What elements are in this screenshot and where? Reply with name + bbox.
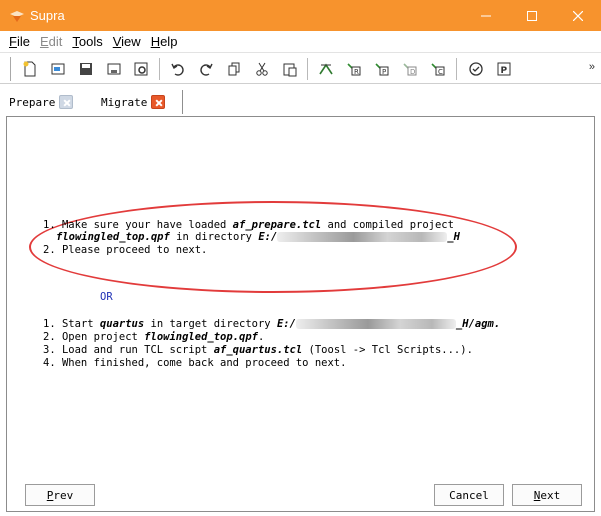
- alt-step2: 2. Open project flowingled_top.qpf.: [43, 331, 265, 343]
- redo-button[interactable]: [196, 59, 216, 79]
- redacted-path: [295, 319, 456, 329]
- menu-file[interactable]: File: [9, 34, 30, 49]
- title-bar[interactable]: Supra: [0, 0, 601, 31]
- alt-step3: 3. Load and run TCL script af_quartus.tc…: [43, 344, 473, 356]
- save-icon: [80, 63, 92, 75]
- toolbar-overflow-button[interactable]: »: [589, 61, 595, 73]
- window-title: Supra: [30, 8, 65, 23]
- check-button[interactable]: [466, 59, 486, 79]
- menu-help[interactable]: Help: [151, 34, 178, 49]
- undo-button[interactable]: [168, 59, 188, 79]
- minimize-button[interactable]: [463, 0, 509, 31]
- step2-line: 2. Please proceed to next.: [43, 244, 208, 256]
- scissors-icon: [256, 62, 268, 76]
- next-button[interactable]: Next: [512, 484, 582, 506]
- svg-text:R: R: [354, 68, 359, 76]
- tab-prepare-label: Prepare: [9, 95, 56, 109]
- step-r-icon: R: [347, 63, 361, 76]
- save-as-icon: [107, 63, 121, 75]
- paste-icon: [283, 63, 297, 77]
- step1-line1: 1. Make sure your have loaded af_prepare…: [43, 219, 454, 231]
- supra-app-icon: [10, 11, 24, 22]
- open-folder-icon: [51, 63, 65, 75]
- tab-migrate-label: Migrate: [101, 95, 148, 109]
- tab-bar: Prepare Migrate: [0, 84, 601, 116]
- save-button[interactable]: [76, 59, 96, 79]
- svg-text:P: P: [382, 68, 386, 76]
- tab-migrate[interactable]: Migrate: [101, 91, 166, 113]
- program-button[interactable]: P: [494, 59, 514, 79]
- menu-edit[interactable]: Edit: [40, 34, 62, 49]
- migrate-panel: 1. Make sure your have loaded af_prepare…: [6, 116, 595, 512]
- alt-step1: 1. Start quartus in target directory E:/…: [43, 318, 501, 330]
- open-button[interactable]: [48, 59, 68, 79]
- svg-text:D: D: [410, 68, 415, 76]
- program-icon: P: [497, 62, 511, 76]
- settings-button[interactable]: [131, 59, 151, 79]
- prev-button[interactable]: Prev: [25, 484, 95, 506]
- maximize-icon: [527, 10, 537, 21]
- toolbar: R P D C P »: [0, 52, 601, 84]
- toolbar-grip[interactable]: [10, 57, 12, 81]
- svg-text:P: P: [501, 66, 508, 76]
- cut-button[interactable]: [252, 59, 272, 79]
- step-c-icon: C: [431, 63, 445, 76]
- paste-button[interactable]: [280, 59, 300, 79]
- step-d-button[interactable]: D: [400, 59, 420, 79]
- tab-prepare-close-icon[interactable]: [59, 95, 74, 109]
- check-circle-icon: [469, 62, 483, 76]
- save-as-button[interactable]: [104, 59, 124, 79]
- step-r-button[interactable]: R: [344, 59, 364, 79]
- maximize-button[interactable]: [509, 0, 555, 31]
- tab-prepare[interactable]: Prepare: [9, 91, 74, 113]
- close-button[interactable]: [555, 0, 601, 31]
- menu-view[interactable]: View: [113, 34, 141, 49]
- redacted-path: [277, 232, 448, 242]
- new-file-icon: [23, 61, 36, 77]
- copy-icon: [228, 62, 240, 76]
- undo-icon: [171, 63, 184, 76]
- step-c-button[interactable]: C: [428, 59, 448, 79]
- menu-bar: File Edit Tools View Help: [0, 31, 601, 51]
- copy-button[interactable]: [224, 59, 244, 79]
- run-flow-icon: [319, 63, 333, 75]
- close-icon: [573, 10, 583, 21]
- new-project-button[interactable]: [20, 59, 40, 79]
- run-flow-button[interactable]: [316, 59, 336, 79]
- redo-icon: [200, 63, 213, 76]
- step-p-button[interactable]: P: [372, 59, 392, 79]
- alt-step4: 4. When finished, come back and proceed …: [43, 357, 347, 369]
- step-d-icon: D: [403, 63, 417, 76]
- svg-text:C: C: [438, 68, 443, 76]
- step1-line2: flowingled_top.qpf in directory E:/_H: [56, 231, 460, 243]
- minimize-icon: [481, 15, 491, 16]
- cancel-button[interactable]: Cancel: [434, 484, 504, 506]
- settings-gear-icon: [134, 62, 148, 76]
- tab-migrate-close-icon[interactable]: [151, 95, 166, 109]
- step-p-icon: P: [375, 63, 389, 76]
- or-separator: OR: [100, 291, 113, 303]
- menu-tools[interactable]: Tools: [72, 34, 102, 49]
